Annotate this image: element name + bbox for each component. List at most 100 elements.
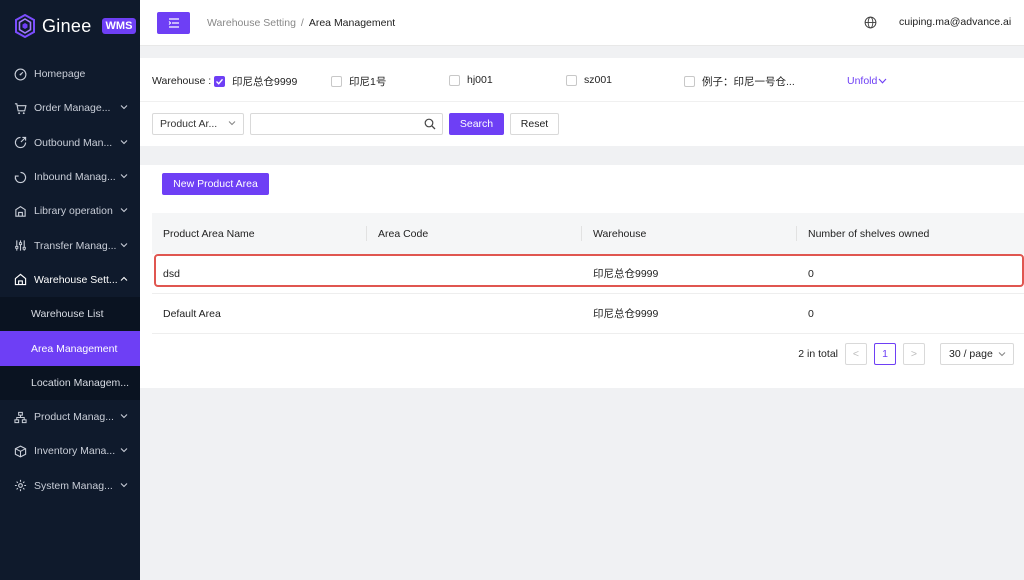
page-size-select[interactable]: 30 / page bbox=[940, 343, 1014, 365]
pagination-page-1[interactable]: 1 bbox=[874, 343, 896, 365]
cell-shelves-count: 0 bbox=[808, 267, 814, 280]
column-header-warehouse: Warehouse bbox=[582, 213, 797, 254]
pagination-prev-button[interactable]: < bbox=[845, 343, 867, 365]
globe-icon[interactable] bbox=[864, 16, 877, 29]
sidebar-item-label: Warehouse Sett... bbox=[34, 273, 117, 286]
chevron-up-icon bbox=[120, 275, 128, 285]
table-header: Product Area Name Area Code Warehouse Nu… bbox=[152, 213, 1024, 254]
sidebar-item-label: Outbound Man... bbox=[34, 136, 113, 149]
chevron-down-icon bbox=[120, 481, 128, 491]
submenu-item-warehouse-list[interactable]: Warehouse List bbox=[0, 297, 140, 331]
checkbox-icon bbox=[684, 76, 695, 87]
unfold-label: Unfold bbox=[847, 75, 878, 87]
search-field-select[interactable]: Product Ar... bbox=[152, 113, 244, 135]
unfold-link[interactable]: Unfold bbox=[847, 75, 887, 87]
warehouse-checkbox-1[interactable]: 印尼总仓9999 bbox=[214, 74, 297, 89]
area-table: Product Area Name Area Code Warehouse Nu… bbox=[152, 213, 1024, 334]
cart-icon bbox=[13, 101, 27, 115]
sidebar-item-inbound-management[interactable]: Inbound Manag... bbox=[0, 160, 140, 194]
breadcrumb-current: Area Management bbox=[308, 17, 396, 29]
inbound-icon bbox=[13, 170, 27, 184]
chevron-down-icon bbox=[120, 241, 128, 251]
column-header-product-area-name: Product Area Name bbox=[152, 213, 367, 254]
filter-panel: Warehouse : 印尼总仓9999 印尼1号 hj001 sz001 例子… bbox=[140, 58, 1024, 146]
warehouse-checkbox-3[interactable]: hj001 bbox=[449, 74, 493, 86]
checkbox-checked-icon bbox=[214, 76, 225, 87]
warehouse-option-label: 例子：印尼一号仓... bbox=[702, 76, 795, 88]
product-icon bbox=[13, 410, 27, 424]
sidebar-menu: Homepage Order Manage... Outbound Man...… bbox=[0, 57, 140, 503]
cell-area-name: dsd bbox=[163, 267, 180, 280]
sidebar-item-label: Inventory Mana... bbox=[34, 445, 116, 458]
chevron-down-icon bbox=[120, 412, 128, 422]
cell-shelves-count: 0 bbox=[808, 307, 814, 320]
breadcrumb-parent[interactable]: Warehouse Setting bbox=[207, 17, 296, 29]
chevron-down-icon bbox=[120, 172, 128, 182]
logo: Ginee WMS bbox=[0, 0, 140, 52]
sidebar-item-outbound-management[interactable]: Outbound Man... bbox=[0, 126, 140, 160]
checkbox-icon bbox=[331, 76, 342, 87]
breadcrumb: Warehouse Setting / Area Management bbox=[207, 17, 395, 29]
sidebar-item-warehouse-setting[interactable]: Warehouse Sett... bbox=[0, 263, 140, 297]
cell-warehouse: 印尼总仓9999 bbox=[593, 268, 659, 280]
sidebar-item-label: Library operation bbox=[34, 205, 113, 218]
top-header: Warehouse Setting / Area Management cuipin… bbox=[140, 0, 1024, 46]
gear-icon bbox=[13, 479, 27, 493]
filter-divider bbox=[140, 101, 1024, 102]
inventory-icon bbox=[13, 444, 27, 458]
sidebar-item-label: System Manag... bbox=[34, 479, 113, 492]
chevron-down-icon bbox=[228, 121, 236, 126]
chevron-down-icon bbox=[120, 138, 128, 148]
sidebar-item-label: Product Manag... bbox=[34, 411, 114, 424]
sidebar-item-inventory-management[interactable]: Inventory Mana... bbox=[0, 434, 140, 468]
search-input-wrapper bbox=[250, 113, 443, 135]
sidebar-item-homepage[interactable]: Homepage bbox=[0, 57, 140, 91]
chevron-down-icon bbox=[120, 446, 128, 456]
sidebar-item-label: Inbound Manag... bbox=[34, 171, 116, 184]
sidebar-item-label: Order Manage... bbox=[34, 102, 111, 115]
chevron-down-icon bbox=[120, 103, 128, 113]
search-button[interactable]: Search bbox=[449, 113, 504, 135]
chevron-down-icon bbox=[998, 352, 1006, 357]
breadcrumb-separator: / bbox=[300, 17, 304, 29]
cell-area-name: Default Area bbox=[163, 307, 221, 320]
warehouse-icon bbox=[13, 273, 27, 287]
sidebar-item-system-management[interactable]: System Manag... bbox=[0, 469, 140, 503]
new-product-area-button[interactable]: New Product Area bbox=[162, 173, 269, 195]
chevron-down-icon bbox=[878, 78, 887, 84]
user-account[interactable]: cuiping.ma@advance.ai bbox=[899, 16, 1011, 28]
warehouse-filter-label: Warehouse : bbox=[152, 75, 212, 87]
sidebar-item-product-management[interactable]: Product Manag... bbox=[0, 400, 140, 434]
table-row[interactable]: dsd 印尼总仓9999 0 bbox=[152, 254, 1024, 294]
checkbox-icon bbox=[566, 74, 577, 86]
pagination: 2 in total < 1 > 30 / page bbox=[798, 343, 1014, 365]
submenu-item-area-management[interactable]: Area Management bbox=[0, 331, 140, 366]
warehouse-filter-row: Warehouse : 印尼总仓9999 印尼1号 hj001 sz001 例子… bbox=[152, 74, 1012, 88]
pagination-next-button[interactable]: > bbox=[903, 343, 925, 365]
library-icon bbox=[13, 204, 27, 218]
warehouse-checkbox-5[interactable]: 例子：印尼一号仓... bbox=[684, 74, 795, 89]
brand-badge: WMS bbox=[101, 18, 137, 34]
outbound-icon bbox=[13, 136, 27, 150]
search-icon[interactable] bbox=[424, 118, 436, 130]
warehouse-checkbox-2[interactable]: 印尼1号 bbox=[331, 74, 386, 89]
warehouse-checkbox-4[interactable]: sz001 bbox=[566, 74, 612, 86]
reset-button[interactable]: Reset bbox=[510, 113, 559, 135]
sidebar-item-transfer-management[interactable]: Transfer Manag... bbox=[0, 228, 140, 262]
column-header-area-code: Area Code bbox=[367, 213, 582, 254]
menu-toggle-button[interactable] bbox=[157, 12, 190, 34]
sidebar-item-label: Transfer Manag... bbox=[34, 239, 117, 252]
chevron-down-icon bbox=[120, 206, 128, 216]
warehouse-option-label: 印尼1号 bbox=[349, 76, 387, 88]
speedometer-icon bbox=[13, 67, 27, 81]
ginee-logo-icon bbox=[15, 14, 35, 38]
table-row[interactable]: Default Area 印尼总仓9999 0 bbox=[152, 294, 1024, 334]
sidebar-item-library-operation[interactable]: Library operation bbox=[0, 194, 140, 228]
warehouse-option-label: sz001 bbox=[584, 74, 613, 86]
pagination-total: 2 in total bbox=[798, 348, 838, 360]
checkbox-icon bbox=[449, 74, 460, 86]
sidebar-item-label: Homepage bbox=[34, 68, 86, 81]
submenu-item-location-management[interactable]: Location Managem... bbox=[0, 366, 140, 400]
sidebar-item-order-management[interactable]: Order Manage... bbox=[0, 91, 140, 125]
search-input[interactable] bbox=[251, 114, 416, 134]
